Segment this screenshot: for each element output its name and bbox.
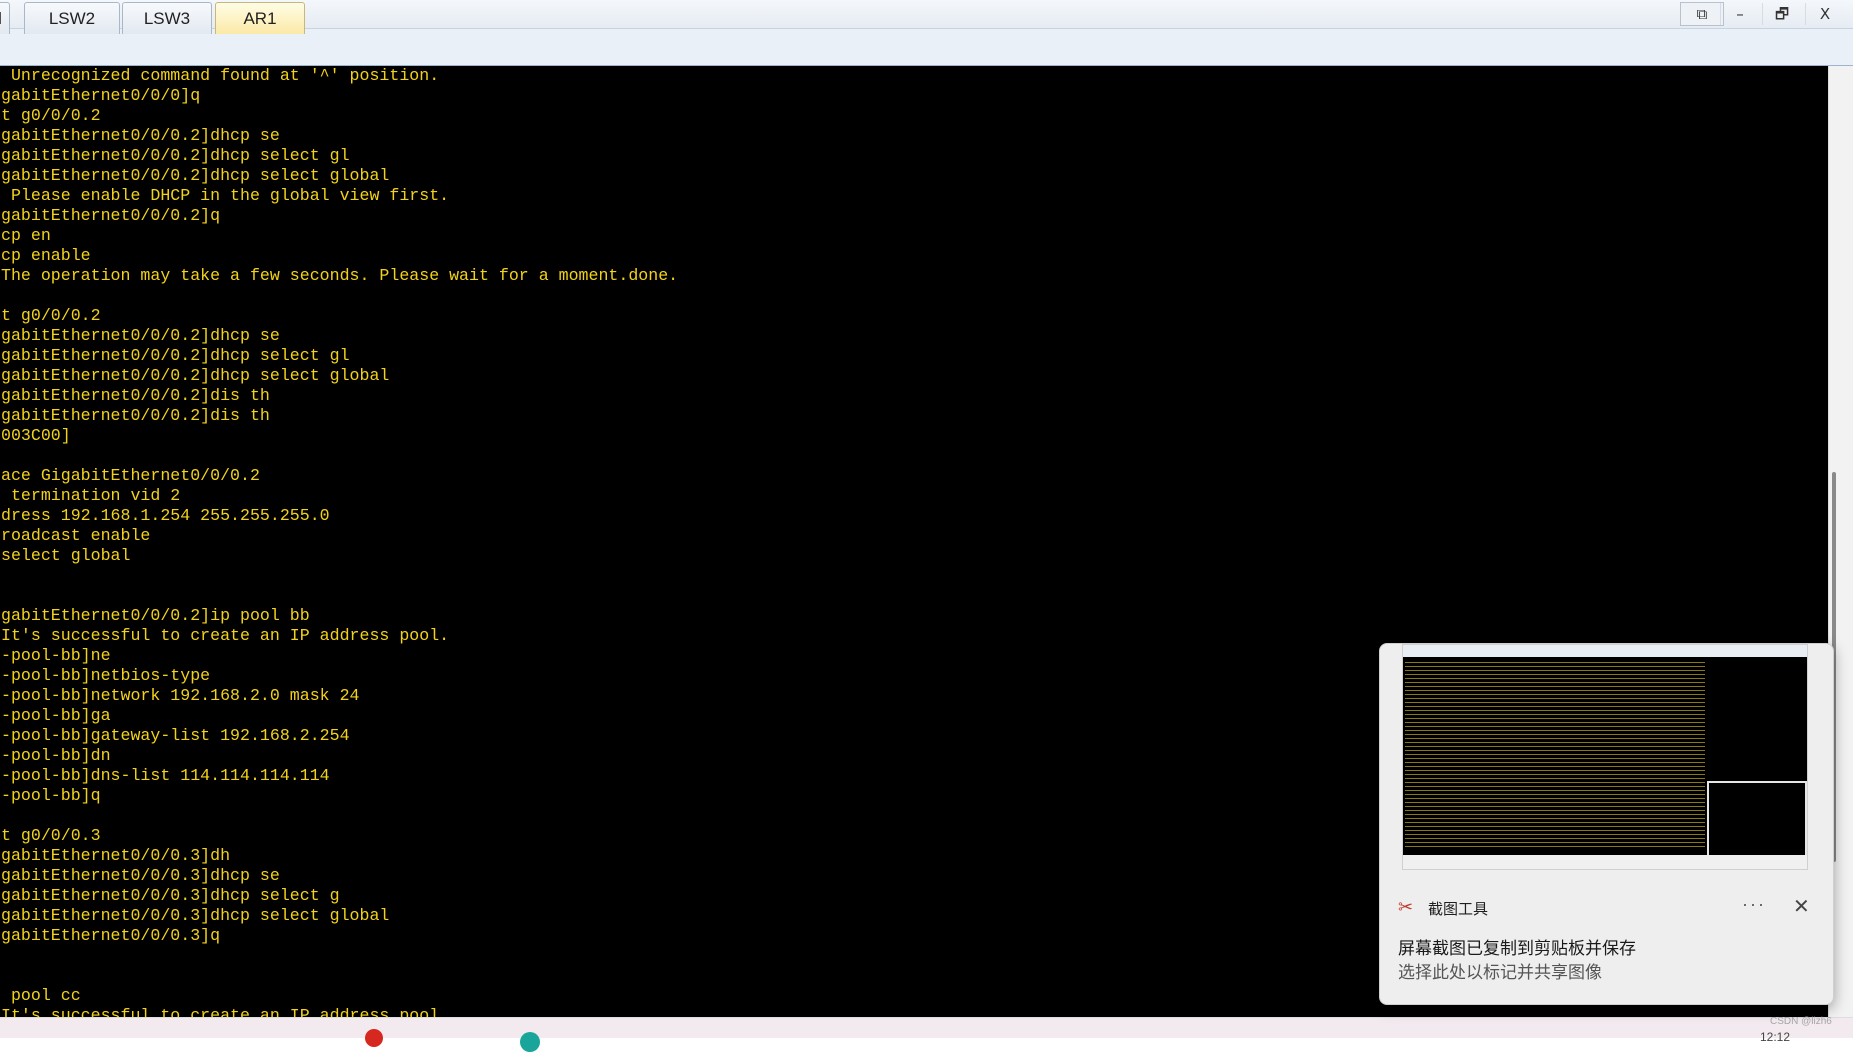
notification-subtext: 选择此处以标记并共享图像	[1398, 963, 1602, 983]
terminal-line: Please enable DHCP in the global view fi…	[1, 186, 450, 205]
terminal-line: gabitEthernet0/0/0.3]dh	[1, 846, 231, 865]
thumbnail-terminal-lines	[1405, 659, 1705, 849]
minimize-button[interactable]: –	[1720, 3, 1759, 25]
notification-message: 屏幕截图已复制到剪贴板并保存	[1398, 939, 1636, 959]
tab-ar1[interactable]: AR1	[215, 2, 305, 34]
terminal-line: gabitEthernet0/0/0.2]dis th	[1, 386, 270, 405]
restore-small-icon[interactable]: ⧉	[1680, 2, 1724, 26]
taskbar-app-icon[interactable]	[365, 1029, 383, 1047]
terminal-line: gabitEthernet0/0/0.3]dhcp se	[1, 866, 280, 885]
terminal-line: 003C00]	[1, 426, 71, 445]
terminal-line: roadcast enable	[1, 526, 151, 545]
thumbnail-nested-toast	[1707, 781, 1807, 857]
thumbnail-taskbar	[1403, 855, 1807, 869]
notification-app-name: 截图工具	[1428, 900, 1489, 918]
watermark: CSDN @lizh6	[1770, 1016, 1832, 1027]
tab-lsw2[interactable]: LSW2	[24, 2, 120, 34]
terminal-line: gabitEthernet0/0/0.3]dhcp select g	[1, 886, 340, 905]
terminal-line: gabitEthernet0/0/0]q	[1, 86, 201, 105]
terminal-line: It's successful to create an IP address …	[1, 1006, 450, 1017]
more-options-icon[interactable]: ···	[1742, 894, 1766, 915]
taskbar-clock: 12:12	[1760, 1030, 1791, 1044]
tab-lsw3[interactable]: LSW3	[122, 2, 212, 34]
taskbar-app-icon[interactable]	[520, 1032, 540, 1052]
terminal-line: select global	[1, 546, 131, 565]
terminal-line: gabitEthernet0/0/0.2]dhcp select global	[1, 166, 390, 185]
terminal-line: -pool-bb]netbios-type	[1, 666, 211, 685]
terminal-line: gabitEthernet0/0/0.2]dhcp select gl	[1, 146, 350, 165]
terminal-line: dress 192.168.1.254 255.255.255.0	[1, 506, 330, 525]
terminal-line: gabitEthernet0/0/0.2]ip pool bb	[1, 606, 310, 625]
terminal-line: gabitEthernet0/0/0.3]q	[1, 926, 221, 945]
snipping-tool-notification[interactable]: ✂ 截图工具 ··· ✕ 屏幕截图已复制到剪贴板并保存 选择此处以标记并共享图像	[1379, 643, 1834, 1005]
terminal-line: gabitEthernet0/0/0.2]dhcp select gl	[1, 346, 350, 365]
terminal-line: t g0/0/0.2	[1, 306, 101, 325]
close-icon[interactable]: ✕	[1793, 894, 1810, 919]
terminal-line: cp en	[1, 226, 51, 245]
terminal-line: gabitEthernet0/0/0.3]dhcp select global	[1, 906, 390, 925]
terminal-line: gabitEthernet0/0/0.2]dhcp se	[1, 126, 280, 145]
terminal-line: gabitEthernet0/0/0.2]dhcp se	[1, 326, 280, 345]
terminal-line: Unrecognized command found at '^' positi…	[1, 66, 440, 85]
terminal-line: ace GigabitEthernet0/0/0.2	[1, 466, 260, 485]
terminal-line: -pool-bb]ne	[1, 646, 111, 665]
terminal-line: -pool-bb]q	[1, 786, 101, 805]
terminal-line: termination vid 2	[1, 486, 181, 505]
close-window-button[interactable]: X	[1805, 3, 1844, 25]
terminal-line: -pool-bb]ga	[1, 706, 111, 725]
terminal-line: The operation may take a few seconds. Pl…	[1, 266, 679, 285]
thumbnail-titlebar	[1403, 645, 1807, 657]
terminal-line: -pool-bb]dn	[1, 746, 111, 765]
terminal-line: gabitEthernet0/0/0.2]dhcp select global	[1, 366, 390, 385]
terminal-line: t g0/0/0.3	[1, 826, 101, 845]
terminal-line: t g0/0/0.2	[1, 106, 101, 125]
taskbar	[0, 1017, 1853, 1038]
terminal-line: -pool-bb]gateway-list 192.168.2.254	[1, 726, 350, 745]
terminal-line: gabitEthernet0/0/0.2]dis th	[1, 406, 270, 425]
terminal-line: -pool-bb]network 192.168.2.0 mask 24	[1, 686, 360, 705]
terminal-line: cp enable	[1, 246, 91, 265]
maximize-button[interactable]: 🗗	[1762, 3, 1801, 25]
device-tab-bar	[0, 29, 1853, 66]
snipping-tool-icon: ✂	[1398, 897, 1414, 917]
terminal-line: pool cc	[1, 986, 81, 1005]
tab-partial[interactable]: l	[0, 2, 10, 34]
terminal-line: -pool-bb]dns-list 114.114.114.114	[1, 766, 330, 785]
screenshot-thumbnail[interactable]	[1402, 644, 1808, 870]
terminal-line: It's successful to create an IP address …	[1, 626, 450, 645]
terminal-line: gabitEthernet0/0/0.2]q	[1, 206, 221, 225]
